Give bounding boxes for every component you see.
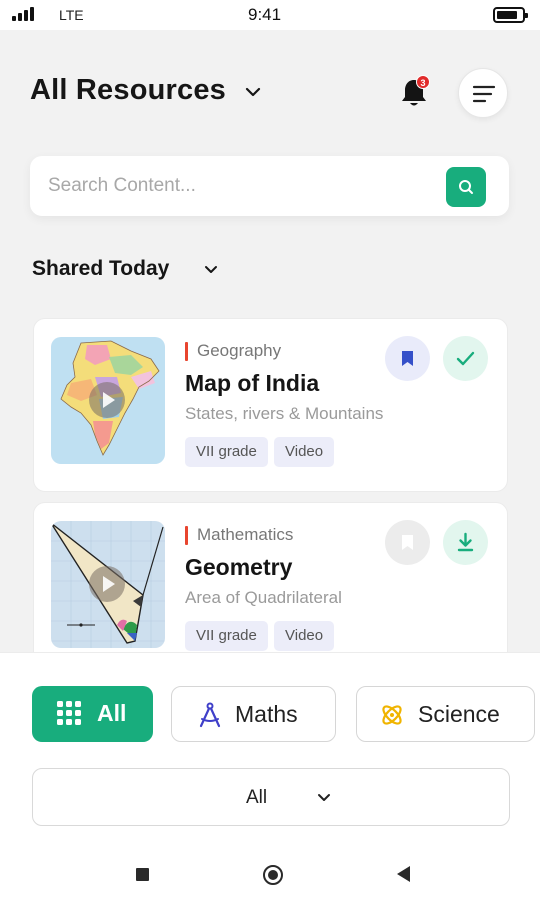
filter-pill-label: Maths <box>235 701 298 727</box>
bookmark-icon <box>402 351 413 366</box>
recents-nav-button[interactable] <box>136 868 149 881</box>
card-subtitle: States, rivers & Mountains <box>185 404 384 423</box>
atom-icon <box>382 705 402 725</box>
grade-tag: VII grade <box>185 437 268 467</box>
type-tag: Video <box>274 437 335 467</box>
filter-pill-all[interactable]: All <box>32 686 153 742</box>
chevron-down-icon <box>318 794 330 801</box>
search-bar <box>30 156 509 216</box>
filter-pill-science[interactable]: Science <box>356 686 535 742</box>
clock: 9:41 <box>248 5 282 24</box>
play-icon[interactable] <box>89 382 125 418</box>
menu-icon <box>472 85 496 103</box>
type-tag: Video <box>274 621 335 651</box>
filter-pill-label: All <box>97 700 127 726</box>
play-icon[interactable] <box>89 566 125 602</box>
dropdown-value: All <box>246 787 268 808</box>
subject-label: Geography <box>185 341 281 361</box>
status-bar: LTE 9:41 <box>0 0 540 30</box>
category-dropdown[interactable]: All <box>32 768 510 826</box>
map-thumbnail[interactable] <box>51 337 165 464</box>
network-label: LTE <box>59 7 84 23</box>
chevron-down-icon[interactable] <box>203 265 219 275</box>
battery-icon <box>493 7 528 23</box>
completed-button[interactable] <box>443 336 488 381</box>
bookmark-icon <box>402 535 413 550</box>
search-icon <box>459 180 473 194</box>
compass-icon <box>199 702 221 728</box>
card-title: Geometry <box>185 554 293 580</box>
menu-button[interactable] <box>458 68 508 118</box>
search-input[interactable] <box>48 170 428 202</box>
section-title[interactable]: Shared Today <box>32 257 169 281</box>
resource-card[interactable]: Geography Map of India States, rivers & … <box>33 318 508 492</box>
card-subtitle: Area of Quadrilateral <box>185 588 342 607</box>
home-nav-button[interactable] <box>263 865 283 885</box>
geometry-thumbnail[interactable] <box>51 521 165 648</box>
search-button[interactable] <box>446 167 486 207</box>
chevron-down-icon[interactable] <box>244 86 262 98</box>
resource-card[interactable]: Mathematics Geometry Area of Quadrilater… <box>33 502 508 676</box>
back-nav-button[interactable] <box>397 866 410 882</box>
bookmark-button[interactable] <box>385 520 430 565</box>
grid-icon <box>57 701 81 725</box>
signal-icon <box>12 7 34 21</box>
check-icon <box>456 351 475 366</box>
page-title[interactable]: All Resources <box>30 74 226 107</box>
grade-tag: VII grade <box>185 621 268 651</box>
subject-label: Mathematics <box>185 525 293 545</box>
filter-pill-maths[interactable]: Maths <box>171 686 336 742</box>
filter-pill-label: Science <box>418 701 500 727</box>
notification-badge: 3 <box>416 75 430 89</box>
card-title: Map of India <box>185 370 320 396</box>
download-icon <box>457 532 474 552</box>
bookmark-button[interactable] <box>385 336 430 381</box>
download-button[interactable] <box>443 520 488 565</box>
